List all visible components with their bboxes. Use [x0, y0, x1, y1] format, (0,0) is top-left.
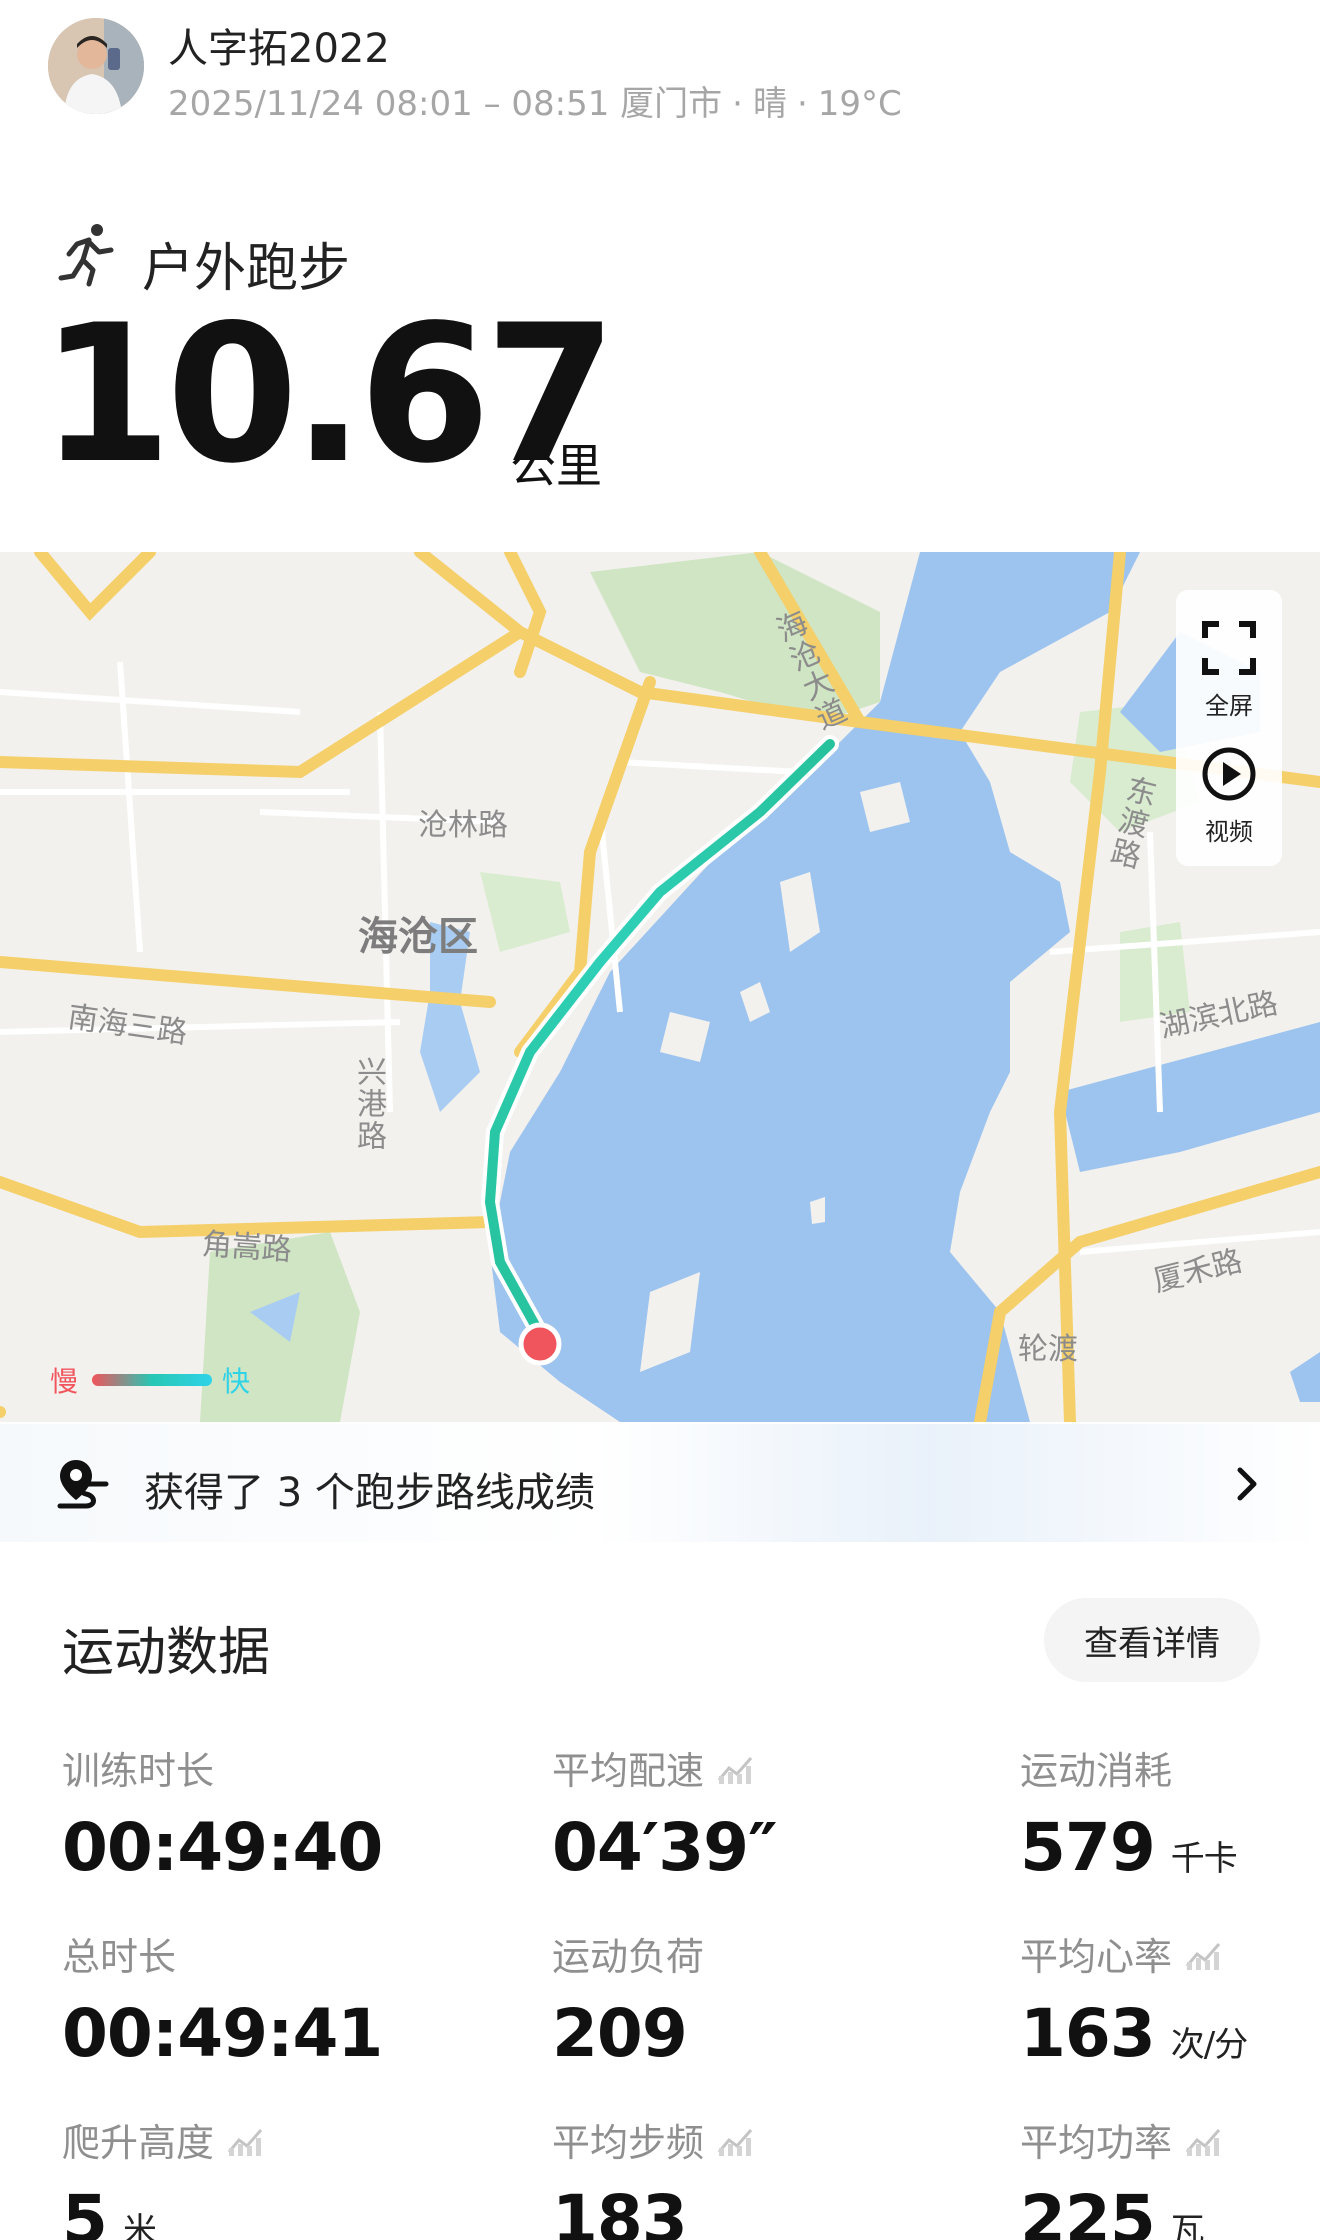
stat-label: 总时长	[62, 1935, 177, 1979]
stat-item: 平均心率 163 次/分	[1020, 1926, 1320, 2072]
pace-gradient-bar	[92, 1374, 212, 1386]
stat-label: 爬升高度	[62, 2121, 215, 2165]
avatar[interactable]	[48, 18, 144, 114]
stat-value: 183	[552, 2181, 688, 2240]
map-label-haicang-district: 海沧区	[358, 914, 478, 960]
stat-label: 平均配速	[552, 1749, 705, 1793]
meta-separator: ·	[732, 84, 743, 124]
stat-unit: 次/分	[1170, 2025, 1248, 2065]
legend-slow-label: 慢	[50, 1365, 79, 1398]
achievement-text: 获得了 3 个跑步路线成绩	[144, 1470, 595, 1516]
map-label-canglin-road: 沧林路	[418, 808, 508, 843]
stat-value-row: 209	[552, 1995, 972, 2072]
stat-label: 平均步频	[552, 2121, 705, 2165]
stat-label-row: 运动消耗	[1020, 1740, 1320, 1795]
play-icon	[1202, 747, 1256, 801]
stat-value-row: 225 瓦	[1020, 2181, 1320, 2240]
stat-value-row: 5米	[62, 2181, 482, 2240]
stat-item: 总时长 00:49:41	[62, 1926, 482, 2072]
stat-item: 运动负荷 209	[552, 1926, 972, 2072]
route-map[interactable]: 沧林路 海沧区 南海三路 兴港路 角嵩路 海沧大道 东渡路 湖滨北路 厦禾路 轮…	[0, 552, 1320, 1422]
stat-label: 平均心率	[1020, 1935, 1173, 1979]
video-button[interactable]: 视频	[1176, 746, 1282, 847]
stat-value: 5	[62, 2181, 108, 2240]
fullscreen-label: 全屏	[1205, 692, 1253, 720]
stat-unit: 米	[122, 2211, 157, 2240]
park-area	[480, 872, 570, 952]
activity-city: 厦门市	[620, 84, 723, 124]
stat-label-row: 平均配速	[552, 1740, 972, 1795]
avatar-image	[48, 18, 144, 114]
running-icon	[58, 224, 114, 287]
stats-section-title: 运动数据	[62, 1623, 271, 1683]
stat-unit: 瓦	[1170, 2211, 1205, 2240]
chevron-right-icon	[1237, 1467, 1257, 1501]
stat-label-row: 总时长	[62, 1926, 482, 1981]
stat-value: 225	[1020, 2181, 1156, 2240]
meta-separator: ·	[796, 84, 808, 124]
stat-item: 爬升高度 5 米	[62, 2112, 482, 2240]
fullscreen-button[interactable]: 全屏	[1176, 620, 1282, 721]
legend-fast-label: 快	[222, 1365, 251, 1398]
stat-value: 00:49:41	[62, 1995, 383, 2072]
route-achievement-banner[interactable]: 获得了 3 个跑步路线成绩	[0, 1424, 1320, 1542]
activity-meta: 2025/11/24 08:01 – 08:51 厦门市 · 晴 · 19°C	[168, 76, 902, 125]
map-label-xinggang-road: 兴港路	[351, 1056, 386, 1152]
stat-label-row: 爬升高度	[62, 2112, 482, 2167]
stat-value-row: 04′39″	[552, 1809, 972, 1886]
activity-datetime: 2025/11/24 08:01 – 08:51	[168, 84, 610, 124]
stat-value-row: 163 次/分	[1020, 1995, 1320, 2072]
trend-chart-icon[interactable]	[214, 2124, 264, 2156]
activity-temperature: 19°C	[817, 84, 902, 124]
stat-item: 平均配速 04′39″	[552, 1740, 972, 1886]
stat-item: 运动消耗 579 千卡	[1020, 1740, 1320, 1886]
trend-chart-icon[interactable]	[704, 2124, 754, 2156]
stat-label-row: 平均步频	[552, 2112, 972, 2167]
map-label-ferry: 轮渡	[1018, 1332, 1078, 1367]
water-body	[1060, 1022, 1320, 1172]
trend-chart-icon[interactable]	[704, 1752, 754, 1784]
stat-unit: 千卡	[1170, 1839, 1238, 1879]
route-pin-icon	[57, 1460, 109, 1509]
stat-value: 00:49:40	[62, 1809, 383, 1886]
stat-value-row: 00:49:40	[62, 1809, 482, 1886]
stat-label-row: 训练时长	[62, 1740, 482, 1795]
stat-value: 579	[1020, 1809, 1156, 1886]
end-marker	[518, 1322, 562, 1366]
stat-item: 训练时长 00:49:40	[62, 1740, 482, 1886]
stat-value: 209	[552, 1995, 688, 2072]
stat-value-row: 579 千卡	[1020, 1809, 1320, 1886]
workout-detail-page: 人字拓2022 2025/11/24 08:01 – 08:51 厦门市 · 晴 · 1…	[0, 0, 1320, 2240]
stat-item: 平均功率 225 瓦	[1020, 2112, 1320, 2240]
stat-value-row: 183	[552, 2181, 972, 2240]
map-canvas	[0, 552, 1320, 1422]
map-label-jiaosong-road: 角嵩路	[200, 1226, 293, 1269]
stat-label-row: 平均心率	[1020, 1926, 1320, 1981]
stat-value: 163	[1020, 1995, 1156, 2072]
video-label: 视频	[1205, 818, 1253, 846]
water-body	[1290, 1352, 1320, 1402]
trend-chart-icon[interactable]	[1172, 2124, 1222, 2156]
stat-label-row: 运动负荷	[552, 1926, 972, 1981]
stat-label: 平均功率	[1020, 2121, 1173, 2165]
view-details-button[interactable]: 查看详情	[1044, 1598, 1260, 1682]
distance-unit: 公里	[510, 439, 602, 493]
trend-chart-icon[interactable]	[1172, 1938, 1222, 1970]
stat-label: 运动负荷	[552, 1935, 705, 1979]
activity-weather: 晴	[752, 84, 787, 124]
stat-label: 训练时长	[62, 1749, 215, 1793]
stat-value-row: 00:49:41	[62, 1995, 482, 2072]
stat-item: 平均步频 183	[552, 2112, 972, 2240]
user-name: 人字拓2022	[168, 26, 390, 72]
stat-value: 04′39″	[552, 1809, 778, 1886]
stat-label-row: 平均功率	[1020, 2112, 1320, 2167]
fullscreen-icon	[1202, 621, 1256, 675]
stat-label: 运动消耗	[1020, 1749, 1173, 1793]
map-controls: 全屏 视频	[1176, 590, 1282, 866]
